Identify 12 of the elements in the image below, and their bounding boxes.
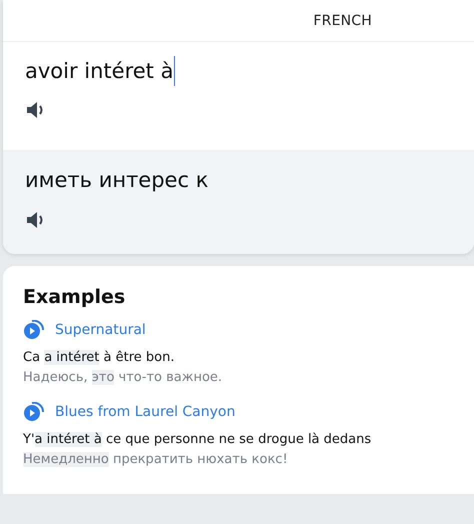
examples-heading: Examples	[23, 286, 126, 308]
example-sentence: Y'a intéret à ce que personne ne se drogue là dedans	[23, 431, 372, 449]
example-translation: Надеюсь, это что-то важное.	[23, 369, 224, 387]
song-link[interactable]: Blues from Laurel Canyon	[55, 404, 236, 420]
play-icon[interactable]	[23, 320, 45, 340]
song-link[interactable]: Supernatural	[55, 322, 146, 338]
play-icon[interactable]	[23, 402, 45, 422]
example-translation: Немедленно прекратить нюхать кокс!	[23, 451, 289, 469]
example-sentence: Ca a intéret à être bon.	[23, 349, 176, 367]
source-text-field[interactable]: avoir intéret à	[25, 56, 176, 86]
language-label[interactable]: FRENCH	[313, 12, 372, 28]
translation-text: иметь интерес к	[25, 167, 210, 194]
